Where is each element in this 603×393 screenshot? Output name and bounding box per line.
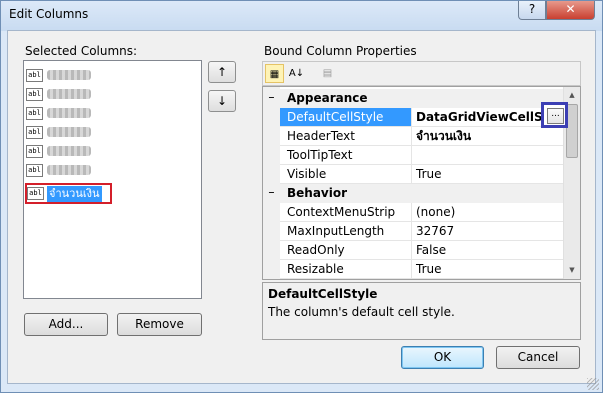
textbox-column-icon: abl (26, 87, 43, 101)
collapse-icon[interactable]: − (268, 189, 276, 197)
property-name: HeaderText (280, 127, 412, 146)
ellipsis-button[interactable]: ... (547, 108, 564, 124)
collapse-icon[interactable]: − (268, 94, 276, 102)
property-value[interactable]: True (412, 165, 569, 184)
textbox-column-icon: abl (26, 144, 43, 158)
description-text: The column's default cell style. (268, 305, 455, 319)
property-row-resizable[interactable]: Resizable True (263, 260, 569, 279)
property-row-headertext[interactable]: HeaderText จำนวนเงิน (263, 127, 569, 146)
selected-columns-list[interactable]: abl abl abl abl abl abl abl จำนวนเงิน (23, 60, 202, 299)
property-name: MaxInputLength (280, 222, 412, 241)
property-row-defaultcellstyle[interactable]: DefaultCellStyle DataGridViewCellStyle (263, 108, 569, 127)
arrow-down-icon: ↓ (216, 94, 228, 108)
list-item[interactable]: abl (26, 86, 91, 102)
remove-button[interactable]: Remove (117, 313, 202, 336)
window-title: Edit Columns (9, 7, 89, 21)
move-down-button[interactable]: ↓ (208, 90, 236, 112)
category-behavior[interactable]: − Behavior (263, 184, 569, 203)
selected-column-name: จำนวนเงิน (47, 185, 102, 202)
redacted-column-name (47, 70, 91, 80)
property-row-tooltiptext[interactable]: ToolTipText (263, 146, 569, 165)
redacted-column-name (47, 146, 91, 156)
description-title: DefaultCellStyle (268, 287, 378, 301)
list-item[interactable]: abl (26, 105, 91, 121)
property-value[interactable]: (none) (412, 203, 569, 222)
property-name: Visible (280, 165, 412, 184)
close-button[interactable]: ✕ (546, 1, 595, 20)
property-pages-icon[interactable]: ▤ (318, 64, 337, 83)
property-name: ToolTipText (280, 146, 412, 165)
category-label: Appearance (287, 91, 368, 105)
category-label: Behavior (287, 186, 348, 200)
redacted-column-name (47, 165, 91, 175)
textbox-column-icon: abl (26, 68, 43, 82)
selected-columns-label: Selected Columns: (25, 44, 138, 58)
move-up-button[interactable]: ↑ (208, 61, 236, 83)
property-grid-toolbar: ▦ A↓ ▤ (262, 61, 581, 86)
scroll-down-icon[interactable]: ▼ (564, 262, 580, 279)
property-row-contextmenustrip[interactable]: ContextMenuStrip (none) (263, 203, 569, 222)
arrow-up-icon: ↑ (216, 65, 228, 79)
category-appearance[interactable]: − Appearance (263, 89, 569, 108)
cancel-button[interactable]: Cancel (496, 346, 580, 369)
property-name: DefaultCellStyle (280, 108, 412, 127)
textbox-column-icon: abl (26, 163, 43, 177)
property-row-maxinputlength[interactable]: MaxInputLength 32767 (263, 222, 569, 241)
property-grid[interactable]: − Appearance DefaultCellStyle DataGridVi… (262, 86, 581, 280)
add-button[interactable]: Add... (24, 313, 108, 336)
redacted-column-name (47, 127, 91, 137)
textbox-column-icon: abl (27, 187, 44, 200)
help-button[interactable]: ? (518, 1, 546, 20)
alphabetical-sort-icon[interactable]: A↓ (287, 64, 306, 83)
textbox-column-icon: abl (26, 106, 43, 120)
property-name: ContextMenuStrip (280, 203, 412, 222)
property-value[interactable]: 32767 (412, 222, 569, 241)
title-bar: Edit Columns ? ✕ (1, 1, 602, 31)
resize-grip-icon[interactable] (587, 378, 599, 390)
property-value[interactable]: จำนวนเงิน (412, 127, 569, 146)
redacted-column-name (47, 89, 91, 99)
ok-button[interactable]: OK (401, 346, 484, 369)
property-row-readonly[interactable]: ReadOnly False (263, 241, 569, 260)
textbox-column-icon: abl (26, 125, 43, 139)
redacted-column-name (47, 108, 91, 118)
bound-column-properties-label: Bound Column Properties (264, 44, 417, 58)
property-name: ReadOnly (280, 241, 412, 260)
property-value[interactable]: True (412, 260, 569, 279)
list-item[interactable]: abl (26, 162, 91, 178)
property-row-visible[interactable]: Visible True (263, 165, 569, 184)
ellipsis-button-highlight: ... (541, 102, 568, 128)
list-item[interactable]: abl (26, 124, 91, 140)
categorized-view-icon[interactable]: ▦ (265, 64, 284, 83)
property-value[interactable]: False (412, 241, 569, 260)
list-item-selected[interactable]: abl จำนวนเงิน (25, 183, 112, 204)
list-item[interactable]: abl (26, 67, 91, 83)
property-value[interactable] (412, 146, 569, 165)
list-item[interactable]: abl (26, 143, 91, 159)
property-name: Resizable (280, 260, 412, 279)
property-description-panel: DefaultCellStyle The column's default ce… (262, 282, 581, 340)
